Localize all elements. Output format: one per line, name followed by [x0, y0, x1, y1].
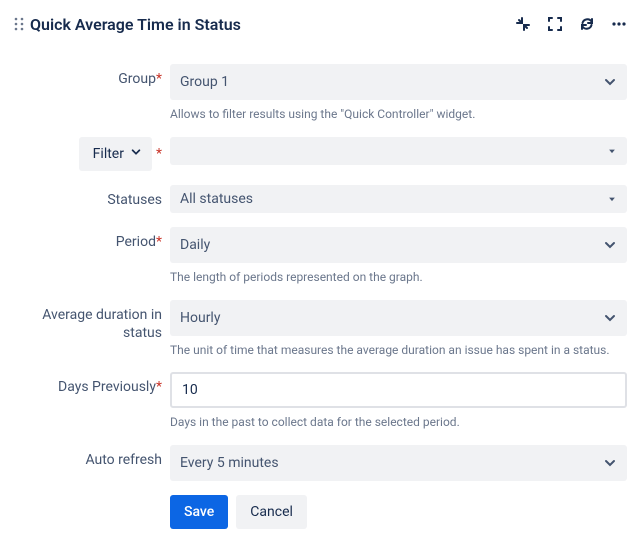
- period-label: Period*: [14, 227, 170, 251]
- days-prev-label: Days Previously*: [14, 372, 170, 396]
- refresh-icon[interactable]: [579, 16, 595, 32]
- period-helper: The length of periods represented on the…: [170, 269, 627, 286]
- group-helper: Allows to filter results using the "Quic…: [170, 106, 627, 123]
- group-select[interactable]: Group 1: [170, 64, 627, 100]
- group-value: Group 1: [180, 74, 229, 90]
- auto-refresh-value: Every 5 minutes: [180, 455, 279, 471]
- auto-refresh-select[interactable]: Every 5 minutes: [170, 445, 627, 481]
- period-value: Daily: [180, 237, 210, 253]
- chevron-down-icon: [603, 456, 617, 470]
- days-prev-helper: Days in the past to collect data for the…: [170, 414, 627, 431]
- drag-handle-icon[interactable]: [14, 17, 24, 31]
- collapse-icon[interactable]: [515, 16, 531, 32]
- statuses-select[interactable]: All statuses: [170, 185, 627, 213]
- chevron-down-icon: [603, 75, 617, 89]
- statuses-value: All statuses: [180, 191, 253, 207]
- chevron-down-icon: [603, 238, 617, 252]
- filter-required: *: [156, 145, 162, 163]
- avg-duration-helper: The unit of time that measures the avera…: [170, 342, 627, 359]
- statuses-label: Statuses: [14, 185, 170, 209]
- filter-dropdown-button[interactable]: Filter: [79, 137, 152, 171]
- more-icon[interactable]: [611, 16, 627, 32]
- chevron-down-icon: [130, 145, 142, 163]
- chevron-down-icon: [607, 146, 617, 156]
- fullscreen-icon[interactable]: [547, 16, 563, 32]
- chevron-down-icon: [603, 311, 617, 325]
- save-button[interactable]: Save: [170, 495, 228, 529]
- chevron-down-icon: [607, 194, 617, 204]
- period-select[interactable]: Daily: [170, 227, 627, 263]
- auto-refresh-label: Auto refresh: [14, 445, 170, 469]
- avg-duration-value: Hourly: [180, 310, 220, 326]
- days-prev-input[interactable]: [170, 372, 627, 408]
- avg-duration-label: Average duration in status: [14, 300, 170, 342]
- widget-title: Quick Average Time in Status: [30, 15, 241, 34]
- group-label: Group*: [14, 64, 170, 88]
- filter-label-text: Filter: [93, 145, 124, 163]
- avg-duration-select[interactable]: Hourly: [170, 300, 627, 336]
- filter-select[interactable]: [170, 137, 627, 165]
- cancel-button[interactable]: Cancel: [236, 495, 307, 529]
